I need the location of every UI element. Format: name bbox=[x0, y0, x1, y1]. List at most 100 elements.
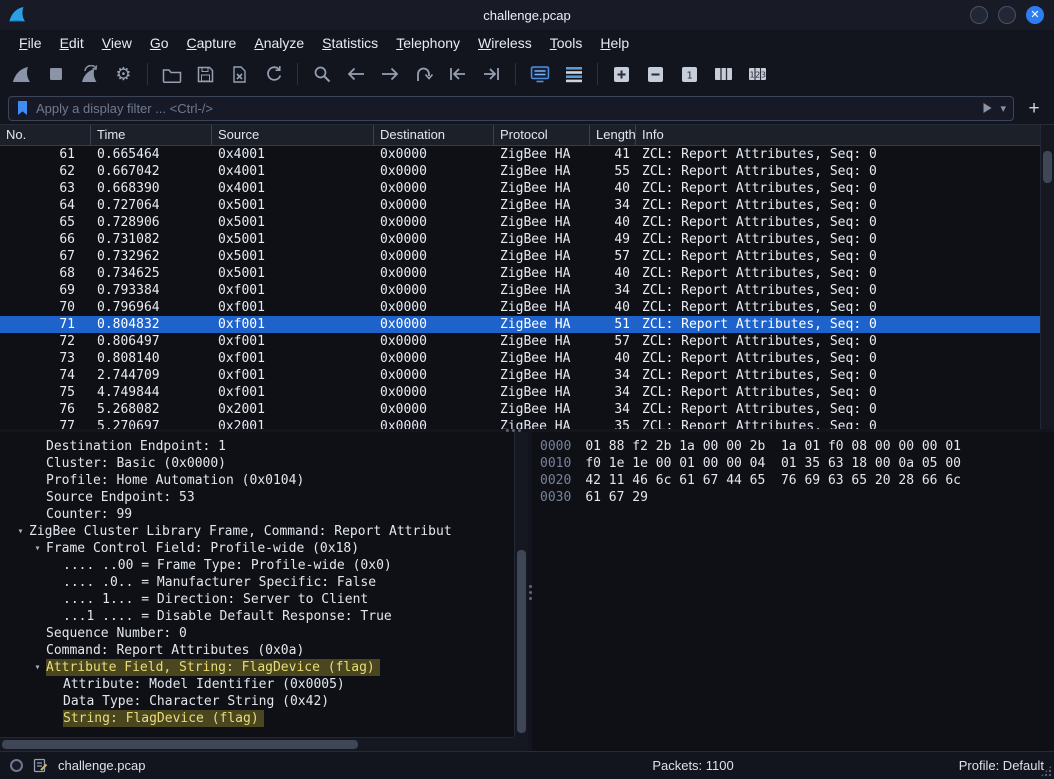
packet-row-64[interactable]: 640.7270640x50010x0000ZigBee HA34ZCL: Re… bbox=[0, 197, 1040, 214]
detail-line[interactable]: String: FlagDevice (flag) bbox=[0, 710, 514, 727]
packet-row-77[interactable]: 775.2706970x20010x0000ZigBee HA35ZCL: Re… bbox=[0, 418, 1040, 429]
detail-line[interactable]: Data Type: Character String (0x42) bbox=[0, 693, 514, 710]
status-profile[interactable]: Profile: Default bbox=[959, 758, 1044, 773]
column-header-no[interactable]: No. bbox=[0, 125, 91, 145]
menu-edit[interactable]: Edit bbox=[51, 32, 93, 54]
detail-line[interactable]: Command: Report Attributes (0x0a) bbox=[0, 642, 514, 659]
detail-line[interactable]: ▾Frame Control Field: Profile-wide (0x18… bbox=[0, 540, 514, 557]
packet-row-67[interactable]: 670.7329620x50010x0000ZigBee HA57ZCL: Re… bbox=[0, 248, 1040, 265]
menu-wireless[interactable]: Wireless bbox=[469, 32, 541, 54]
reload-file-icon[interactable] bbox=[258, 60, 289, 88]
go-forward-icon[interactable] bbox=[374, 60, 405, 88]
packet-row-69[interactable]: 690.7933840xf0010x0000ZigBee HA34ZCL: Re… bbox=[0, 282, 1040, 299]
detail-line[interactable]: Cluster: Basic (0x0000) bbox=[0, 455, 514, 472]
detail-line[interactable]: ▾Attribute Field, String: FlagDevice (fl… bbox=[0, 659, 514, 676]
minimize-button[interactable] bbox=[970, 6, 988, 24]
packet-list-scrollbar[interactable] bbox=[1040, 125, 1054, 429]
colorize-icon[interactable] bbox=[558, 60, 589, 88]
scrollbar-thumb[interactable] bbox=[2, 740, 358, 749]
details-scrollbar[interactable] bbox=[514, 432, 528, 737]
detail-line[interactable]: .... .0.. = Manufacturer Specific: False bbox=[0, 574, 514, 591]
capture-options-icon[interactable]: ⚙ bbox=[108, 60, 139, 88]
detail-line[interactable]: ...1 .... = Disable Default Response: Tr… bbox=[0, 608, 514, 625]
scrollbar-thumb[interactable] bbox=[1043, 151, 1052, 183]
filter-apply-icon[interactable] bbox=[982, 102, 993, 114]
go-back-icon[interactable] bbox=[340, 60, 371, 88]
close-file-icon[interactable] bbox=[224, 60, 255, 88]
resize-columns-icon[interactable] bbox=[708, 60, 739, 88]
detail-line[interactable]: Destination Endpoint: 1 bbox=[0, 438, 514, 455]
stop-capture-icon[interactable] bbox=[40, 60, 71, 88]
menu-tools[interactable]: Tools bbox=[541, 32, 592, 54]
menu-capture[interactable]: Capture bbox=[178, 32, 246, 54]
detail-line[interactable]: ▾ZigBee Cluster Library Frame, Command: … bbox=[0, 523, 514, 540]
title-bar[interactable]: challenge.pcap ✕ bbox=[0, 0, 1054, 30]
packet-row-73[interactable]: 730.8081400xf0010x0000ZigBee HA40ZCL: Re… bbox=[0, 350, 1040, 367]
packet-row-61[interactable]: 610.6654640x40010x0000ZigBee HA41ZCL: Re… bbox=[0, 146, 1040, 163]
scrollbar-thumb[interactable] bbox=[517, 550, 526, 733]
menu-statistics[interactable]: Statistics bbox=[313, 32, 387, 54]
packet-row-66[interactable]: 660.7310820x50010x0000ZigBee HA49ZCL: Re… bbox=[0, 231, 1040, 248]
hex-row[interactable]: 002042 11 46 6c 61 67 44 65 76 69 63 65 … bbox=[540, 472, 1054, 489]
zoom-out-icon[interactable] bbox=[640, 60, 671, 88]
zoom-100-icon[interactable]: 1 bbox=[674, 60, 705, 88]
restart-capture-icon[interactable] bbox=[74, 60, 105, 88]
packet-row-62[interactable]: 620.6670420x40010x0000ZigBee HA55ZCL: Re… bbox=[0, 163, 1040, 180]
packet-row-72[interactable]: 720.8064970xf0010x0000ZigBee HA57ZCL: Re… bbox=[0, 333, 1040, 350]
maximize-button[interactable] bbox=[998, 6, 1016, 24]
close-button[interactable]: ✕ bbox=[1026, 6, 1044, 24]
details-horizontal-scrollbar[interactable] bbox=[0, 737, 514, 751]
filter-history-caret-icon[interactable]: ▾ bbox=[1000, 102, 1006, 115]
expander-icon[interactable]: ▾ bbox=[29, 540, 46, 557]
menu-telephony[interactable]: Telephony bbox=[387, 32, 469, 54]
save-file-icon[interactable] bbox=[190, 60, 221, 88]
hex-row[interactable]: 003061 67 29 bbox=[540, 489, 1054, 506]
display-filter-input[interactable] bbox=[36, 101, 975, 116]
menu-go[interactable]: Go bbox=[141, 32, 178, 54]
packet-row-65[interactable]: 650.7289060x50010x0000ZigBee HA40ZCL: Re… bbox=[0, 214, 1040, 231]
add-filter-button[interactable]: + bbox=[1022, 99, 1046, 118]
last-packet-icon[interactable] bbox=[476, 60, 507, 88]
detail-line[interactable]: Sequence Number: 0 bbox=[0, 625, 514, 642]
packet-row-76[interactable]: 765.2680820x20010x0000ZigBee HA34ZCL: Re… bbox=[0, 401, 1040, 418]
column-layout-icon[interactable]: 123 bbox=[742, 60, 773, 88]
filter-bookmark-icon[interactable] bbox=[16, 100, 29, 116]
packet-row-68[interactable]: 680.7346250x50010x0000ZigBee HA40ZCL: Re… bbox=[0, 265, 1040, 282]
hex-row[interactable]: 000001 88 f2 2b 1a 00 00 2b 1a 01 f0 08 … bbox=[540, 438, 1054, 455]
column-header-source[interactable]: Source bbox=[212, 125, 374, 145]
column-header-destination[interactable]: Destination bbox=[374, 125, 494, 145]
start-capture-icon[interactable] bbox=[6, 60, 37, 88]
cell-time: 5.268082 bbox=[91, 401, 212, 418]
expert-info-icon[interactable] bbox=[10, 759, 23, 772]
menu-file[interactable]: File bbox=[10, 32, 51, 54]
first-packet-icon[interactable] bbox=[442, 60, 473, 88]
packet-row-75[interactable]: 754.7498440xf0010x0000ZigBee HA34ZCL: Re… bbox=[0, 384, 1040, 401]
display-filter-field[interactable]: ▾ bbox=[8, 96, 1014, 121]
packet-row-71[interactable]: 710.8048320xf0010x0000ZigBee HA51ZCL: Re… bbox=[0, 316, 1040, 333]
menu-help[interactable]: Help bbox=[591, 32, 638, 54]
column-header-protocol[interactable]: Protocol bbox=[494, 125, 590, 145]
auto-scroll-icon[interactable] bbox=[524, 60, 555, 88]
zoom-in-icon[interactable] bbox=[606, 60, 637, 88]
menu-analyze[interactable]: Analyze bbox=[245, 32, 313, 54]
capture-comment-icon[interactable] bbox=[33, 758, 48, 773]
detail-line[interactable]: .... ..00 = Frame Type: Profile-wide (0x… bbox=[0, 557, 514, 574]
detail-line[interactable]: Counter: 99 bbox=[0, 506, 514, 523]
go-to-packet-icon[interactable] bbox=[408, 60, 439, 88]
packet-row-70[interactable]: 700.7969640xf0010x0000ZigBee HA40ZCL: Re… bbox=[0, 299, 1040, 316]
column-header-time[interactable]: Time bbox=[91, 125, 212, 145]
expander-icon[interactable]: ▾ bbox=[29, 659, 46, 676]
packet-row-74[interactable]: 742.7447090xf0010x0000ZigBee HA34ZCL: Re… bbox=[0, 367, 1040, 384]
detail-line[interactable]: .... 1... = Direction: Server to Client bbox=[0, 591, 514, 608]
detail-line[interactable]: Source Endpoint: 53 bbox=[0, 489, 514, 506]
hex-row[interactable]: 0010f0 1e 1e 00 01 00 00 04 01 35 63 18 … bbox=[540, 455, 1054, 472]
find-packet-icon[interactable] bbox=[306, 60, 337, 88]
packet-row-63[interactable]: 630.6683900x40010x0000ZigBee HA40ZCL: Re… bbox=[0, 180, 1040, 197]
menu-view[interactable]: View bbox=[93, 32, 141, 54]
column-header-info[interactable]: Info bbox=[636, 125, 1040, 145]
detail-line[interactable]: Attribute: Model Identifier (0x0005) bbox=[0, 676, 514, 693]
detail-line[interactable]: Profile: Home Automation (0x0104) bbox=[0, 472, 514, 489]
column-header-length[interactable]: Length bbox=[590, 125, 636, 145]
expander-icon[interactable]: ▾ bbox=[12, 523, 29, 540]
open-file-icon[interactable] bbox=[156, 60, 187, 88]
